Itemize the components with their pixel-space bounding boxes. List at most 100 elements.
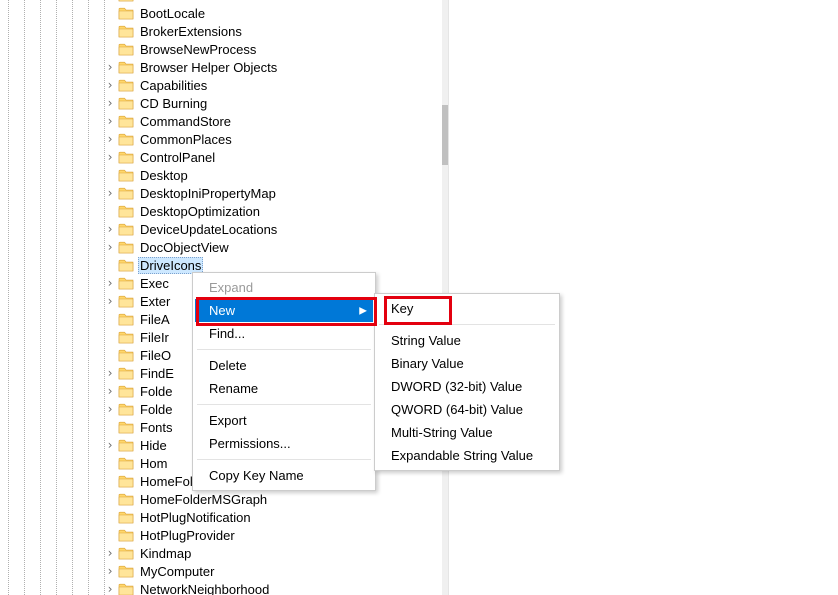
expander-icon[interactable]: › [104,367,116,380]
expander-icon[interactable]: › [104,79,116,92]
menu-item[interactable]: Multi-String Value [377,421,557,444]
tree-item[interactable]: › Folde [0,382,175,400]
tree-item-label[interactable]: Hide [138,438,169,453]
tree-item-label[interactable]: MyComputer [138,564,216,579]
tree-item-label[interactable]: HotPlugProvider [138,528,237,543]
tree-item-label[interactable]: Hom [138,456,169,471]
tree-item[interactable]: › ControlPanel [0,148,217,166]
menu-item[interactable]: String Value [377,329,557,352]
tree-item-label[interactable]: Desktop [138,168,190,183]
expander-icon[interactable]: › [104,133,116,146]
tree-item[interactable]: › Folde [0,400,175,418]
tree-item-label[interactable]: HomeFolderMSGraph [138,492,269,507]
menu-item[interactable]: Delete [195,354,373,377]
tree-item[interactable]: › DeviceUpdateLocations [0,220,279,238]
tree-item[interactable]: › Exec [0,274,171,292]
tree-item-label[interactable]: DriveIcons [138,257,203,274]
menu-item[interactable]: Copy Key Name [195,464,373,487]
tree-item[interactable]: Desktop [0,166,190,184]
expander-icon[interactable]: › [104,151,116,164]
menu-item[interactable]: New▶ [195,299,373,322]
tree-item-label[interactable]: DesktopIniPropertyMap [138,186,278,201]
tree-item-label[interactable]: FindE [138,366,176,381]
expander-icon[interactable]: › [104,277,116,290]
tree-item-label[interactable]: CommonPlaces [138,132,234,147]
tree-item[interactable]: FileA [0,310,172,328]
expander-icon[interactable]: › [104,439,116,452]
tree-item-label[interactable]: CommandStore [138,114,233,129]
tree-item[interactable]: › Kindmap [0,544,193,562]
menu-item[interactable]: Permissions... [195,432,373,455]
tree-item-label[interactable]: Exter [138,294,172,309]
tree-item-label[interactable]: FileO [138,348,173,363]
expander-icon[interactable]: › [104,97,116,110]
tree-item[interactable]: BrowseNewProcess [0,40,258,58]
tree-item[interactable]: DesktopOptimization [0,202,262,220]
tree-item-label[interactable]: CD Burning [138,96,209,111]
tree-item-label[interactable]: FileA [138,312,172,327]
context-submenu-new[interactable]: Key String ValueBinary ValueDWORD (32-bit… [374,293,560,471]
tree-item[interactable]: › CommandStore [0,112,233,130]
expander-icon[interactable]: › [104,385,116,398]
expander-icon[interactable]: › [104,241,116,254]
menu-item[interactable]: Rename [195,377,373,400]
tree-item[interactable]: › Capabilities [0,76,209,94]
tree-item-label[interactable]: BootLocale [138,6,207,21]
tree-item[interactable]: FileO [0,346,173,364]
expander-icon[interactable]: › [104,583,116,595]
menu-item[interactable]: Export [195,409,373,432]
tree-item-label[interactable]: Exec [138,276,171,291]
tree-item[interactable]: BrokerExtensions [0,22,244,40]
tree-item[interactable]: › NetworkNeighborhood [0,580,271,595]
tree-item[interactable]: BootLocale [0,4,207,22]
expander-icon[interactable]: › [104,187,116,200]
tree-item-label[interactable]: HotPlugNotification [138,510,253,525]
tree-item[interactable]: › Browser Helper Objects [0,58,279,76]
tree-item-label[interactable]: BrokerExtensions [138,24,244,39]
context-menu[interactable]: ExpandNew▶Find...DeleteRenameExportPermi… [192,272,376,491]
menu-item[interactable]: Binary Value [377,352,557,375]
tree-item[interactable]: HotPlugProvider [0,526,237,544]
tree-item[interactable]: HotPlugNotification [0,508,253,526]
expander-icon[interactable]: › [104,61,116,74]
menu-item[interactable]: DWORD (32-bit) Value [377,375,557,398]
tree-item-label[interactable]: DesktopOptimization [138,204,262,219]
tree-item-label[interactable]: BannerStore [138,0,215,3]
menu-item[interactable]: Expandable String Value [377,444,557,467]
tree-item[interactable]: › CD Burning [0,94,209,112]
menu-item[interactable]: QWORD (64-bit) Value [377,398,557,421]
tree-item-label[interactable]: Capabilities [138,78,209,93]
scroll-thumb[interactable] [442,105,448,165]
tree-item-label[interactable]: FileIr [138,330,171,345]
expander-icon[interactable]: › [104,403,116,416]
tree-item[interactable]: › DesktopIniPropertyMap [0,184,278,202]
tree-item[interactable]: › FindE [0,364,176,382]
tree-item[interactable]: FileIr [0,328,171,346]
expander-icon[interactable]: › [104,565,116,578]
tree-item-label[interactable]: Browser Helper Objects [138,60,279,75]
tree-item[interactable]: Hom [0,454,169,472]
tree-item[interactable]: › CommonPlaces [0,130,234,148]
tree-item[interactable]: Fonts [0,418,175,436]
tree-item-label[interactable]: DeviceUpdateLocations [138,222,279,237]
tree-item-label[interactable]: Folde [138,384,175,399]
tree-item-label[interactable]: Folde [138,402,175,417]
tree-item-label[interactable]: Kindmap [138,546,193,561]
tree-item[interactable]: › Exter [0,292,172,310]
tree-item[interactable]: › DocObjectView [0,238,231,256]
tree-item[interactable]: HomeFolderMSGraph [0,490,269,508]
expander-icon[interactable]: › [104,223,116,236]
tree-item[interactable]: DriveIcons [0,256,203,274]
tree-item-label[interactable]: ControlPanel [138,150,217,165]
menu-item[interactable]: Key [377,297,557,320]
expander-icon[interactable]: › [104,115,116,128]
tree-item[interactable]: › MyComputer [0,562,216,580]
tree-item-label[interactable]: DocObjectView [138,240,231,255]
expander-icon[interactable]: › [104,295,116,308]
expander-icon[interactable]: › [104,547,116,560]
tree-item[interactable]: › Hide [0,436,169,454]
menu-item[interactable]: Find... [195,322,373,345]
tree-item-label[interactable]: Fonts [138,420,175,435]
tree-item-label[interactable]: NetworkNeighborhood [138,582,271,595]
tree-item-label[interactable]: BrowseNewProcess [138,42,258,57]
